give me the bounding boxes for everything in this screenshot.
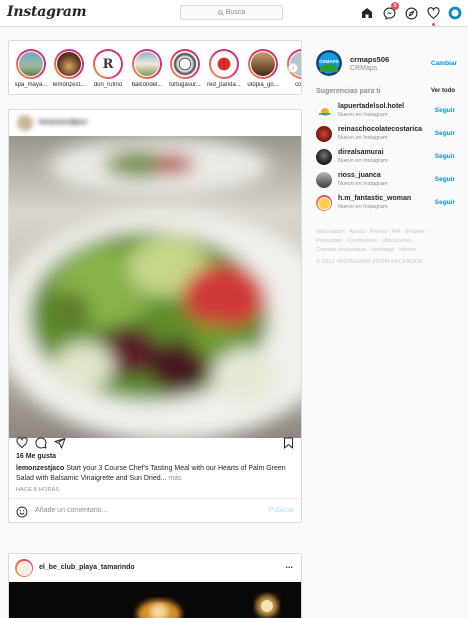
top-nav: Instagram Busca 5 (0, 0, 468, 27)
suggestion-item: direalsamurai Nuevo en Instagram Seguir (316, 148, 459, 168)
story-label: red_panda... (207, 82, 241, 88)
story-label: don_rufino (93, 82, 123, 88)
story-label: balcondel... (131, 82, 163, 88)
suggestion-username[interactable]: h.m_fantastic_woman (338, 195, 411, 202)
profile-avatar[interactable]: CRMAPS (316, 50, 342, 76)
story-label: utopia_go... (247, 82, 279, 88)
see-all-link[interactable]: Ver todo (431, 88, 455, 94)
search-icon (217, 9, 224, 16)
story-avatar (211, 51, 237, 77)
story-avatar (56, 51, 82, 77)
profile-avatar-text: CRMAPS (319, 59, 339, 64)
story-item[interactable]: balcondel... (130, 49, 164, 88)
messages-badge: 5 (391, 2, 399, 10)
stories-tray: spa_maya... lemonzest... R don_rufino ba… (8, 40, 302, 95)
explore-icon[interactable] (403, 5, 419, 21)
suggestion-subtitle: Nuevo en Instagram (338, 181, 388, 187)
post-timestamp: HACE 8 HORAS (16, 487, 60, 493)
story-label: lemonzest... (52, 82, 86, 88)
comment-input[interactable]: Añade un comentario... (35, 507, 107, 514)
suggestion-avatar[interactable] (316, 149, 332, 165)
suggestion-subtitle: Nuevo en Instagram (338, 204, 388, 210)
post-image[interactable] (9, 136, 301, 438)
search-input[interactable]: Busca (180, 5, 283, 20)
post-header: lemonzestjaco (9, 110, 301, 136)
suggestion-username[interactable]: reinaschocolatecostarica (338, 126, 422, 133)
footer-links-line[interactable]: Privacidad · Condiciones · Ubicaciones · (316, 237, 466, 246)
footer-links-line[interactable]: Cuentas destacadas · Hashtags · Idioma (316, 246, 466, 255)
suggestion-avatar[interactable] (316, 195, 332, 211)
caption-more-link[interactable]: más (168, 475, 181, 482)
post-author-avatar[interactable] (17, 115, 33, 131)
publish-button[interactable]: Publicar (269, 507, 294, 514)
story-avatar (134, 51, 160, 77)
post-image[interactable] (9, 582, 301, 618)
story-avatar (250, 51, 276, 77)
messenger-icon[interactable]: 5 (381, 2, 399, 21)
stories-next-button[interactable]: › (288, 63, 298, 73)
follow-button[interactable]: Seguir (435, 176, 455, 183)
story-label: corre (295, 82, 302, 88)
suggestion-item: h.m_fantastic_woman Nuevo en Instagram S… (316, 194, 459, 214)
story-item[interactable]: utopia_go... (246, 49, 280, 88)
story-item[interactable]: tortugasur... (168, 49, 202, 88)
suggestion-subtitle: Nuevo en Instagram (338, 158, 388, 164)
footer-links: Información · Ayuda · Prensa · API · Emp… (316, 228, 466, 255)
follow-button[interactable]: Seguir (435, 153, 455, 160)
emoji-icon[interactable] (16, 505, 28, 522)
suggestion-subtitle: Nuevo en Instagram (338, 112, 388, 118)
story-label: spa_maya... (14, 82, 48, 88)
suggestion-avatar[interactable] (316, 172, 332, 188)
caption-username[interactable]: lemonzestjaco (16, 465, 64, 472)
story-avatar (18, 51, 44, 77)
profile-fullname: CRMaps (350, 65, 378, 72)
suggestion-username[interactable]: direalsamurai (338, 149, 384, 156)
activity-dot (432, 23, 435, 26)
story-item[interactable]: lemonzest... (52, 49, 86, 88)
story-item[interactable]: R don_rufino (91, 49, 125, 88)
instagram-logo[interactable]: Instagram (7, 4, 87, 20)
post-author-name[interactable]: el_be_club_playa_tamarindo (39, 564, 135, 571)
home-icon[interactable] (359, 5, 375, 21)
post-author-name[interactable]: lemonzestjaco (39, 119, 87, 126)
post-options-button[interactable]: ... (285, 560, 293, 570)
comment-divider (9, 498, 301, 499)
profile-username[interactable]: crmaps506 (350, 55, 389, 64)
follow-button[interactable]: Seguir (435, 130, 455, 137)
suggestion-item: reinaschocolatecostarica Nuevo en Instag… (316, 125, 459, 145)
story-item[interactable]: spa_maya... (14, 49, 48, 88)
footer-links-line[interactable]: Información · Ayuda · Prensa · API · Emp… (316, 228, 466, 237)
feed-post: lemonzestjaco 16 Me gusta lemonzestjaco … (8, 109, 302, 523)
post-author-avatar[interactable] (15, 559, 33, 577)
suggestion-username[interactable]: lapuertadelsol.hotel (338, 103, 404, 110)
suggestion-item: rioss_juanca Nuevo en Instagram Seguir (316, 171, 459, 191)
story-label: tortugasur... (169, 82, 201, 88)
suggestion-avatar[interactable] (316, 126, 332, 142)
likes-count[interactable]: 16 Me gusta (16, 452, 296, 462)
copyright-text: © 2021 INSTAGRAM FROM FACEBOOK (316, 259, 424, 265)
switch-account-link[interactable]: Cambiar (431, 60, 457, 67)
activity-heart-icon[interactable] (425, 5, 441, 26)
profile-avatar-icon[interactable] (447, 5, 463, 21)
follow-button[interactable]: Seguir (435, 107, 455, 114)
story-item[interactable]: red_panda... (207, 49, 241, 88)
suggestion-subtitle: Nuevo en Instagram (338, 135, 388, 141)
story-avatar: R (95, 51, 121, 77)
follow-button[interactable]: Seguir (435, 199, 455, 206)
search-placeholder: Busca (225, 9, 246, 16)
suggestion-username[interactable]: rioss_juanca (338, 172, 381, 179)
feed-post: el_be_club_playa_tamarindo ... (8, 553, 302, 618)
post-caption: lemonzestjaco Start your 3 Course Chef's… (16, 464, 296, 483)
story-avatar (172, 51, 198, 77)
suggestion-avatar[interactable] (316, 103, 332, 119)
suggestions-title: Sugerencias para ti (316, 88, 381, 95)
suggestion-item: lapuertadelsol.hotel Nuevo en Instagram … (316, 102, 459, 122)
